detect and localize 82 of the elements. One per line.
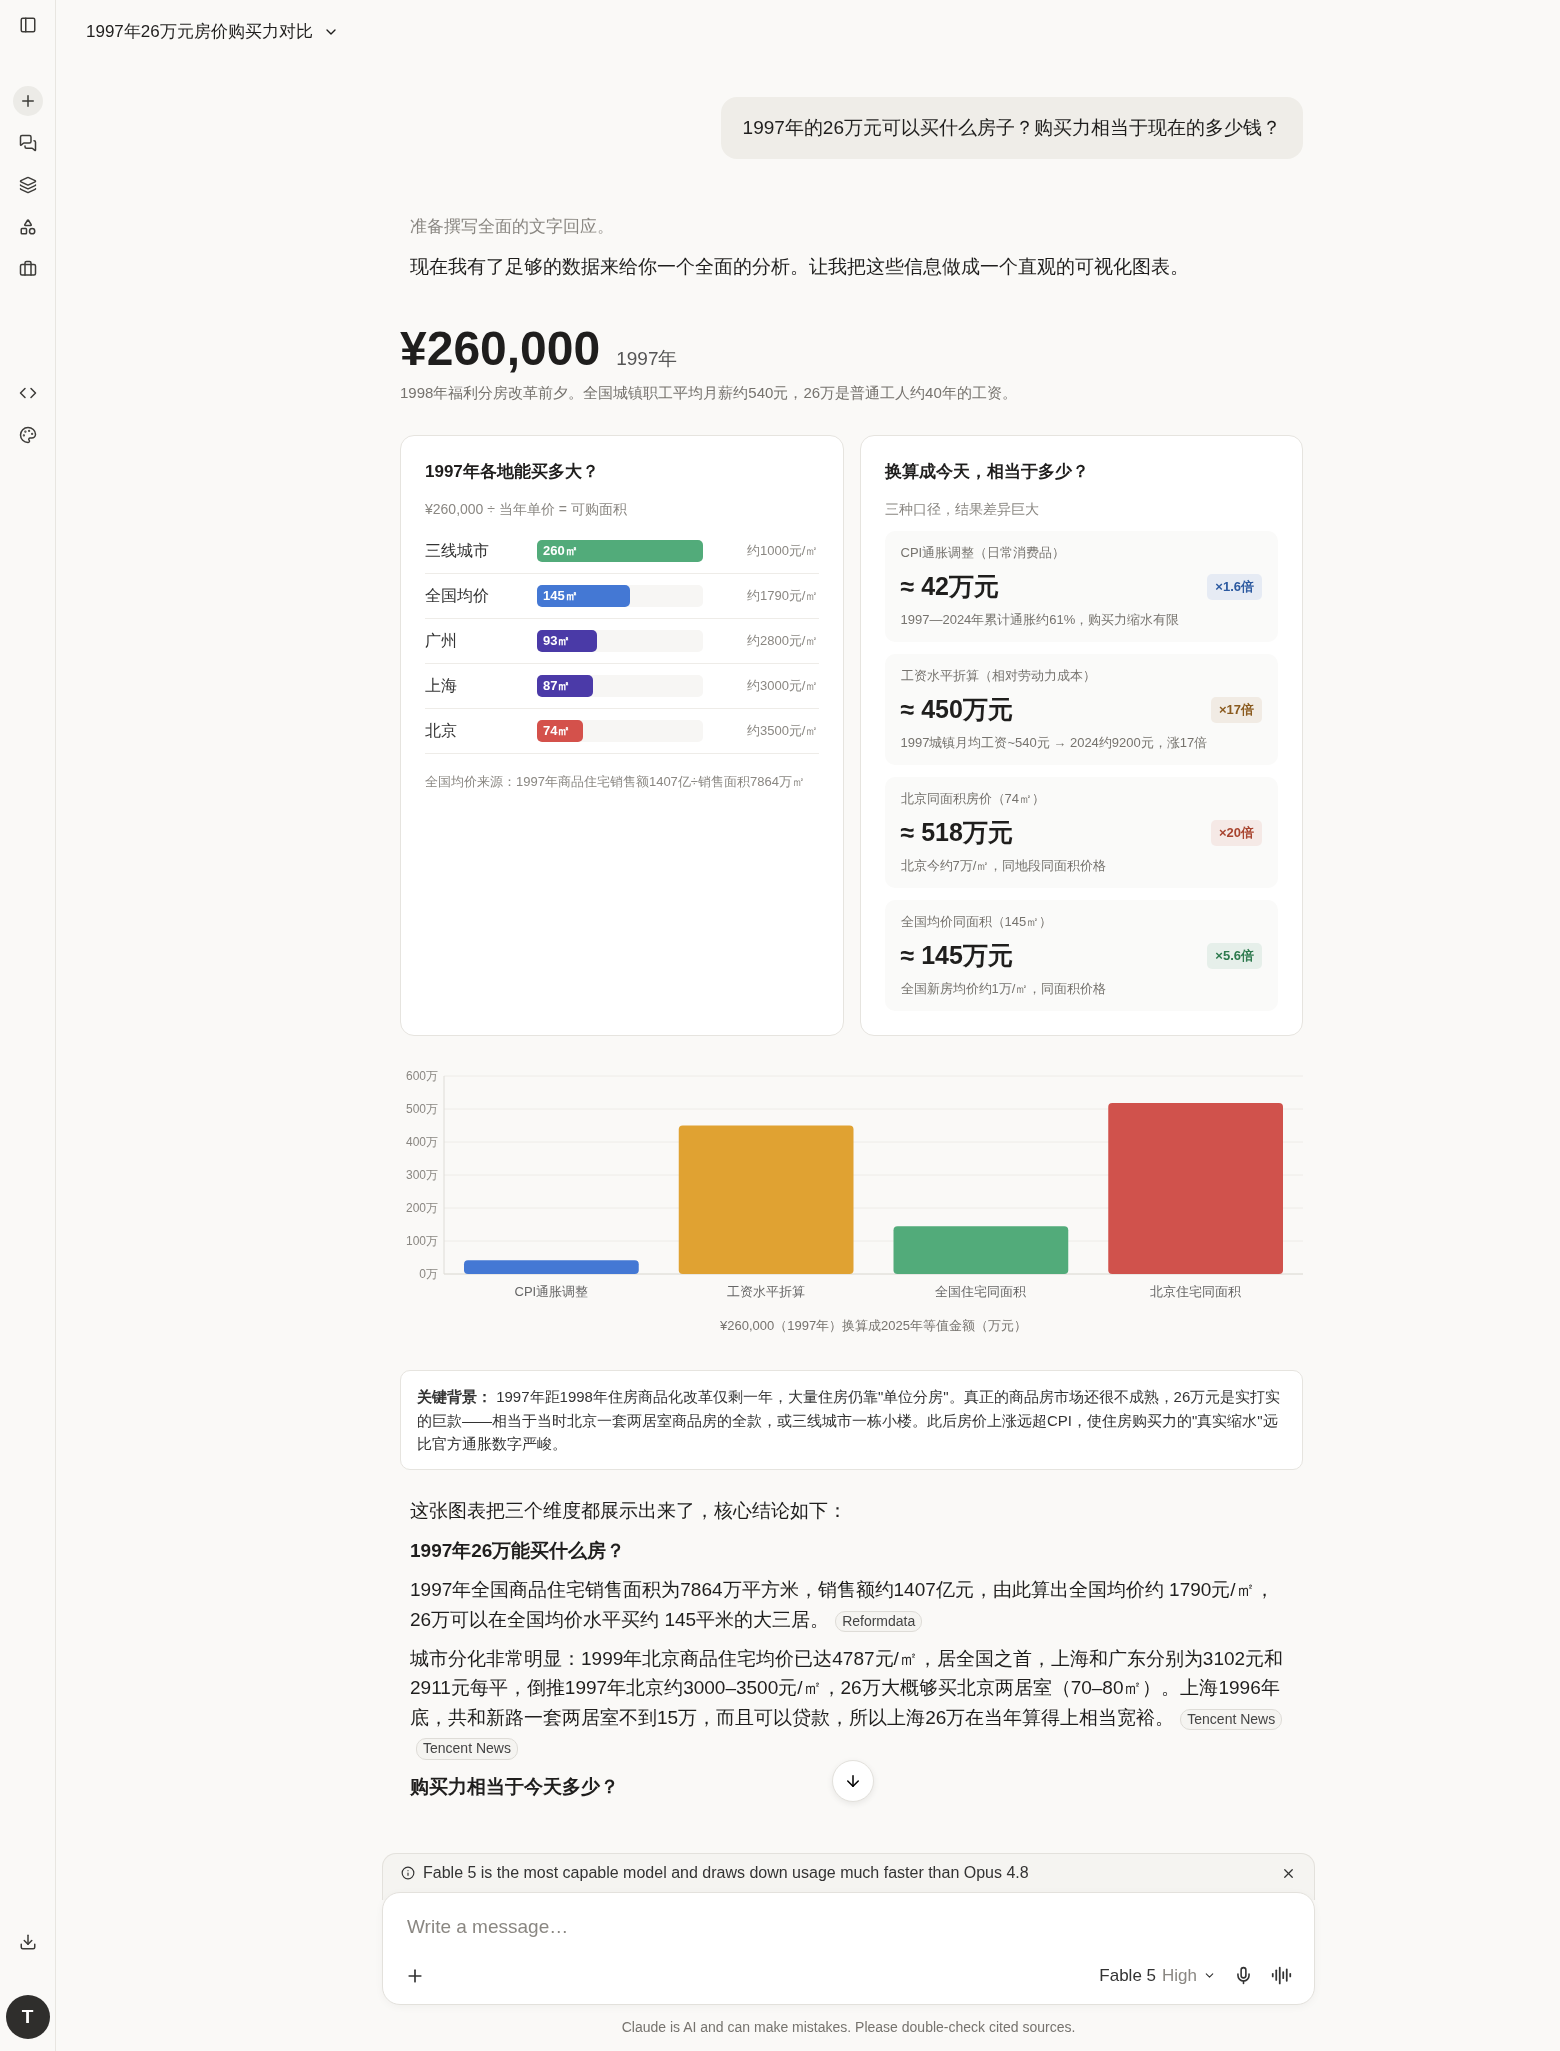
user-avatar[interactable]: T xyxy=(5,1995,50,2039)
new-chat-button[interactable] xyxy=(12,86,43,116)
source-link[interactable]: Tencent News xyxy=(416,1738,518,1760)
y-tick-label: 0万 xyxy=(419,1267,438,1282)
card-title: 1997年各地能买多大？ xyxy=(425,461,600,484)
source-link[interactable]: Tencent News xyxy=(1180,1708,1283,1731)
equivalent-value: ≈ 518万元 xyxy=(900,817,1014,849)
voice-mode-button[interactable] xyxy=(1271,1965,1292,1986)
download-icon xyxy=(18,1933,37,1951)
palette-icon xyxy=(18,426,37,444)
bar-fill: 145㎡ xyxy=(537,585,630,608)
y-tick-label: 300万 xyxy=(405,1168,438,1183)
unit-price: 约3500元/㎡ xyxy=(745,722,819,741)
model-selector[interactable]: Fable 5 High xyxy=(1099,1965,1216,1986)
user-message: 1997年的26万元可以买什么房子？购买力相当于现在的多少钱？ xyxy=(720,97,1303,159)
microphone-button[interactable] xyxy=(1234,1966,1253,1985)
projects-icon xyxy=(18,176,37,194)
section-heading: 1997年26万能买什么房？ xyxy=(410,1538,627,1563)
scroll-down-button[interactable] xyxy=(832,1760,874,1803)
briefcase-icon xyxy=(18,260,37,278)
city-label: 三线城市 xyxy=(425,540,490,561)
y-tick-label: 400万 xyxy=(405,1135,438,1150)
equivalent-value: ≈ 42万元 xyxy=(900,571,1000,603)
bar-fill: 74㎡ xyxy=(537,720,584,743)
x-category-label: 工资水平折算 xyxy=(727,1284,806,1300)
city-label: 北京 xyxy=(425,720,458,741)
bar-fill: 93㎡ xyxy=(537,630,597,653)
y-tick-label: 100万 xyxy=(405,1234,438,1249)
notice-text: Fable 5 is the most capable model and draws down usage much faster than Opus 4.8 xyxy=(423,1864,1030,1882)
method-label: 工资水平折算（相对劳动力成本） xyxy=(900,667,1097,686)
bar-fill: 260㎡ xyxy=(537,540,703,563)
source-note: 全国均价来源：1997年商品住宅销售额1407亿÷销售面积7864万㎡ xyxy=(425,773,806,792)
city-label: 全国均价 xyxy=(425,585,490,606)
y-tick-label: 200万 xyxy=(405,1201,438,1216)
x-axis-title: ¥260,000（1997年）换算成2025年等值金额（万元） xyxy=(719,1318,1028,1334)
card-title: 换算成今天，相当于多少？ xyxy=(884,461,1090,484)
response-text: 这张图表把三个维度都展示出来了，核心结论如下： xyxy=(410,1499,848,1524)
shapes-icon xyxy=(18,218,37,236)
bar-fill: 87㎡ xyxy=(537,675,594,698)
city-label: 广州 xyxy=(425,630,458,651)
info-icon xyxy=(401,1866,415,1880)
key-background-note: 关键背景： 1997年距1998年住房商品化改革仅剩一年，大量住房仍靠"单位分房"。真正的商品房市场还很不成熟，26万元是实打实的巨款——相当于当时北京一套两居室商品房的全款，或三线城市一栋小楼。此后房价上涨远超CPI，使住房购买力的"真实缩水"远比官方通胀数字严峻。 xyxy=(400,1370,1303,1471)
year-label: 1997年 xyxy=(616,347,678,372)
unit-price: 约1000元/㎡ xyxy=(745,542,819,561)
sidebar-toggle-icon xyxy=(18,16,37,34)
multiplier-tag: ×5.6倍 xyxy=(1207,942,1262,969)
response-text: 城市分化非常明显：1999年北京商品住宅均价已达4787元/㎡，居全国之首，上海和广东分别为3102元和2911元每平，倒推1997年北京约3000–3500元/㎡，26万大概够买北京两居室（70–80㎡）。上海1996年底，共和新路一套两居室不到15万，而且可以贷款，所以上海26万在当年算得上相当宽裕。 Tencent News Tencent News xyxy=(410,1643,1303,1762)
unit-price: 约2800元/㎡ xyxy=(745,632,819,651)
chats-icon xyxy=(18,134,37,152)
sound-wave-icon xyxy=(1271,1965,1292,1986)
method-note: 全国新房均价约1万/㎡，同面积价格 xyxy=(900,980,1107,999)
x-category-label: 北京住宅同面积 xyxy=(1150,1284,1242,1300)
context-note: 1998年福利分房改革前夕。全国城镇职工平均月薪约540元，26万是普通工人约40年的工资。 xyxy=(400,384,1018,404)
method-label: 全国均价同面积（145㎡） xyxy=(900,913,1054,932)
equivalent-value: ≈ 450万元 xyxy=(900,694,1014,726)
x-category-label: CPI通胀调整 xyxy=(514,1284,589,1300)
x-category-label: 全国住宅同面积 xyxy=(935,1284,1027,1300)
multiplier-tag: ×17倍 xyxy=(1210,696,1262,723)
city-label: 上海 xyxy=(425,675,458,696)
source-link[interactable]: Reformdata xyxy=(835,1610,923,1633)
multiplier-tag: ×1.6倍 xyxy=(1207,573,1262,600)
method-label: CPI通胀调整（日常消费品） xyxy=(900,544,1067,563)
y-tick-label: 600万 xyxy=(405,1069,438,1084)
amount-heading: ¥260,000 xyxy=(400,321,601,377)
disclaimer-text: Claude is AI and can make mistakes. Please double-check cited sources. xyxy=(620,2019,1077,2035)
section-heading: 购买力相当于今天多少？ xyxy=(410,1774,620,1799)
method-label: 北京同面积房价（74㎡） xyxy=(900,790,1046,809)
card-subtitle: 三种口径，结果差异巨大 xyxy=(884,501,1040,520)
chat-title-dropdown[interactable]: 1997年26万元房价购买力对比 xyxy=(82,16,343,47)
microphone-icon xyxy=(1234,1966,1253,1985)
method-note: 1997城镇月均工资~540元 → 2024约9200元，涨17倍 xyxy=(900,734,1208,753)
y-tick-label: 500万 xyxy=(405,1102,438,1117)
unit-price: 约3000元/㎡ xyxy=(745,677,819,696)
unit-price: 约1790元/㎡ xyxy=(745,587,819,606)
response-text: 现在我有了足够的数据来给你一个全面的分析。让我把这些信息做成一个直观的可视化图表。 xyxy=(410,255,1190,279)
method-note: 1997—2024年累计通胀约61%，购买力缩水有限 xyxy=(900,611,1180,630)
equivalent-value: ≈ 145万元 xyxy=(900,940,1014,972)
thinking-status: 准备撰写全面的文字回应。 xyxy=(410,216,615,238)
method-note: 北京今约7万/㎡，同地段同面积价格 xyxy=(900,857,1107,876)
response-text: 1997年全国商品住宅销售面积为7864万平方米，销售额约1407亿元，由此算出全国均价约 1790元/㎡，26万可以在全国均价水平买约 145平米的大三居。 Reformdata xyxy=(410,1575,1303,1634)
multiplier-tag: ×20倍 xyxy=(1210,819,1262,846)
card-subtitle: ¥260,000 ÷ 当年单价 = 可购面积 xyxy=(425,501,628,520)
